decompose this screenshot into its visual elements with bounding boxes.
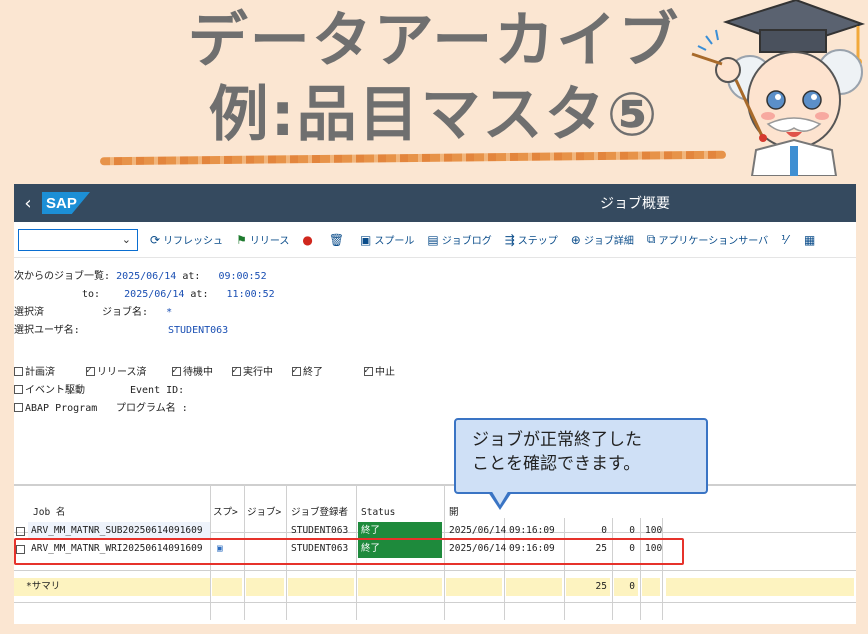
checkbox[interactable]	[232, 364, 241, 378]
jobname-value: *	[166, 307, 173, 318]
job-details-button[interactable]: ⊕ ジョブ詳細	[570, 232, 634, 248]
application-server-button[interactable]: ⧉ アプリケーションサーバ	[647, 232, 768, 247]
flag-icon: ⚑	[236, 232, 247, 247]
spool-button[interactable]: ▣ スプール	[360, 232, 414, 248]
job-log-button[interactable]: ▤ ジョブログ	[427, 232, 491, 248]
from-date: 2025/06/14	[116, 271, 177, 282]
chevron-down-icon: ⌄	[121, 233, 131, 246]
status-filter-ready[interactable]: 待機中	[172, 364, 213, 380]
col-header-start[interactable]: 開	[446, 504, 462, 522]
col-header-job[interactable]: ジョブ>	[244, 504, 284, 522]
page-title: ジョブ概要	[600, 196, 670, 212]
event-driven-filter[interactable]: イベント駆動	[14, 384, 85, 398]
sum-button[interactable]: ⅟	[781, 233, 791, 247]
variant-select[interactable]: ⌄	[18, 228, 138, 251]
status-filter-active[interactable]: 実行中	[232, 364, 273, 380]
delete-button[interactable]: 🗑	[329, 233, 347, 247]
decorative-underline	[99, 150, 727, 166]
refresh-button[interactable]: ⟳ リフレッシュ	[150, 232, 223, 248]
professor-illustration	[691, 0, 866, 176]
checkbox[interactable]	[14, 367, 23, 376]
checkbox[interactable]	[14, 403, 23, 412]
step-button[interactable]: ⇶ ステップ	[504, 232, 558, 248]
checkbox[interactable]	[172, 364, 181, 378]
program-name-label: プログラム名 :	[116, 403, 188, 414]
summary-n2: 0	[614, 578, 638, 596]
fraction-icon: ⅟	[781, 232, 788, 247]
server-icon: ⧉	[646, 232, 656, 246]
checkbox[interactable]	[364, 364, 373, 378]
checkbox[interactable]	[292, 364, 301, 378]
event-id-label: Event ID:	[130, 385, 185, 396]
magnifier-icon: ⊕	[570, 232, 581, 247]
status-filter-cancelled[interactable]: 中止	[364, 364, 395, 380]
to-label: to:	[82, 289, 101, 300]
step-icon: ⇶	[504, 232, 515, 247]
user-label: 選択ユーザ名:	[14, 325, 80, 336]
col-header-creator[interactable]: ジョブ登録者	[288, 504, 351, 522]
to-time: 11:00:52	[226, 289, 275, 300]
checkbox[interactable]	[14, 385, 23, 394]
from-time: 09:00:52	[218, 271, 267, 282]
layout-button[interactable]: ▦	[804, 233, 818, 247]
job-log-icon: ▤	[427, 232, 439, 247]
col-header-status[interactable]: Status	[358, 504, 398, 522]
release-button[interactable]: ⚑ リリース	[236, 232, 289, 248]
from-label: 次からのジョブ一覧:	[14, 271, 111, 282]
callout-tail-fill	[491, 490, 509, 505]
jobname-label: ジョブ名:	[102, 307, 149, 318]
row-select-checkbox[interactable]	[16, 527, 25, 536]
at-label: at:	[182, 271, 201, 282]
shell-bar: ‹ SAP ジョブ概要	[14, 184, 856, 222]
status-filter-released[interactable]: リリース済	[86, 364, 147, 380]
callout-line2: ことを確認できます。	[472, 454, 641, 474]
status-filter-planned[interactable]: 計画済	[14, 366, 55, 380]
status-filter-finished[interactable]: 終了	[292, 364, 323, 380]
col-header-spool[interactable]: スプ>	[210, 504, 241, 522]
callout-box: ジョブが正常終了した ことを確認できます。	[454, 418, 708, 494]
application-toolbar: ⌄ ⟳ リフレッシュ ⚑ リリース ● 🗑 ▣ スプール ▤ ジョブログ ⇶ ステップ ⊕…	[14, 222, 856, 258]
selected-label: 選択済	[14, 307, 44, 318]
user-value: STUDENT063	[168, 325, 229, 336]
abap-program-filter[interactable]: ABAP Program	[14, 402, 97, 416]
highlight-box	[14, 538, 684, 565]
summary-label: *サマリ	[14, 578, 210, 596]
to-date: 2025/06/14	[124, 289, 185, 300]
callout-line1: ジョブが正常終了した	[472, 430, 642, 450]
refresh-icon: ⟳	[150, 232, 161, 247]
stop-icon: ●	[302, 232, 313, 247]
trash-icon: 🗑	[328, 232, 345, 247]
summary-n1: 25	[566, 578, 610, 596]
checkbox[interactable]	[86, 364, 95, 378]
col-header-jobname[interactable]: Job 名	[30, 504, 68, 522]
at-label-2: at:	[190, 289, 209, 300]
grid-icon: ▦	[803, 232, 816, 247]
spool-icon: ▣	[360, 232, 372, 247]
stop-button[interactable]: ●	[302, 233, 315, 247]
